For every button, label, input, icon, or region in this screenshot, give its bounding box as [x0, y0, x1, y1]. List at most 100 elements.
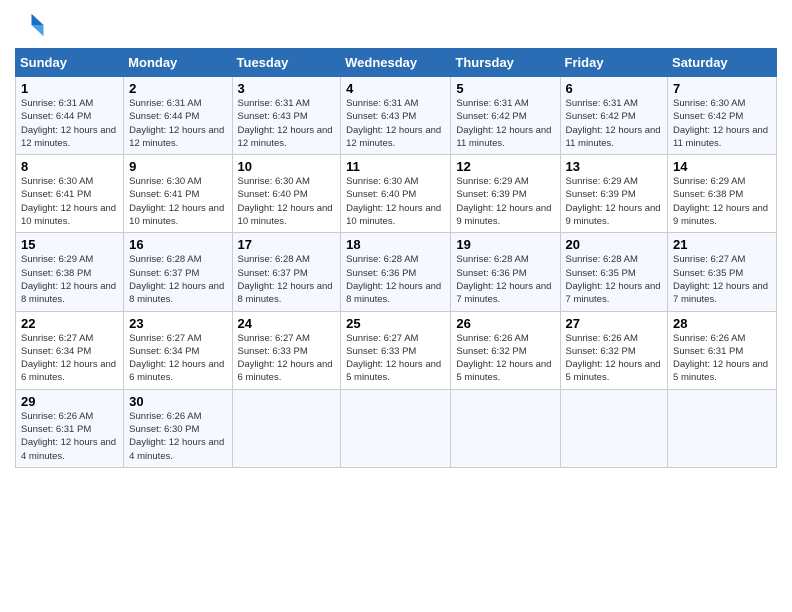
day-cell [451, 389, 560, 467]
day-cell: 27 Sunrise: 6:26 AMSunset: 6:32 PMDaylig… [560, 311, 668, 389]
day-cell: 13 Sunrise: 6:29 AMSunset: 6:39 PMDaylig… [560, 155, 668, 233]
day-cell: 11 Sunrise: 6:30 AMSunset: 6:40 PMDaylig… [341, 155, 451, 233]
day-cell [560, 389, 668, 467]
day-number: 3 [238, 81, 336, 96]
day-number: 11 [346, 159, 445, 174]
day-detail: Sunrise: 6:27 AMSunset: 6:33 PMDaylight:… [238, 332, 336, 385]
day-cell: 5 Sunrise: 6:31 AMSunset: 6:42 PMDayligh… [451, 77, 560, 155]
day-number: 20 [566, 237, 663, 252]
day-detail: Sunrise: 6:30 AMSunset: 6:42 PMDaylight:… [673, 97, 771, 150]
day-detail: Sunrise: 6:29 AMSunset: 6:38 PMDaylight:… [21, 253, 118, 306]
day-number: 14 [673, 159, 771, 174]
day-detail: Sunrise: 6:30 AMSunset: 6:41 PMDaylight:… [129, 175, 226, 228]
day-number: 16 [129, 237, 226, 252]
day-detail: Sunrise: 6:26 AMSunset: 6:32 PMDaylight:… [456, 332, 554, 385]
week-row-5: 29 Sunrise: 6:26 AMSunset: 6:31 PMDaylig… [16, 389, 777, 467]
day-number: 24 [238, 316, 336, 331]
day-cell [232, 389, 341, 467]
day-cell: 7 Sunrise: 6:30 AMSunset: 6:42 PMDayligh… [668, 77, 777, 155]
col-header-monday: Monday [124, 49, 232, 77]
day-detail: Sunrise: 6:27 AMSunset: 6:35 PMDaylight:… [673, 253, 771, 306]
day-cell: 22 Sunrise: 6:27 AMSunset: 6:34 PMDaylig… [16, 311, 124, 389]
day-detail: Sunrise: 6:28 AMSunset: 6:36 PMDaylight:… [346, 253, 445, 306]
day-number: 8 [21, 159, 118, 174]
day-detail: Sunrise: 6:27 AMSunset: 6:34 PMDaylight:… [21, 332, 118, 385]
day-detail: Sunrise: 6:31 AMSunset: 6:43 PMDaylight:… [238, 97, 336, 150]
day-number: 30 [129, 394, 226, 409]
header-row: SundayMondayTuesdayWednesdayThursdayFrid… [16, 49, 777, 77]
day-number: 12 [456, 159, 554, 174]
col-header-saturday: Saturday [668, 49, 777, 77]
day-detail: Sunrise: 6:30 AMSunset: 6:40 PMDaylight:… [238, 175, 336, 228]
day-detail: Sunrise: 6:29 AMSunset: 6:39 PMDaylight:… [566, 175, 663, 228]
day-cell: 30 Sunrise: 6:26 AMSunset: 6:30 PMDaylig… [124, 389, 232, 467]
day-cell: 15 Sunrise: 6:29 AMSunset: 6:38 PMDaylig… [16, 233, 124, 311]
day-detail: Sunrise: 6:26 AMSunset: 6:31 PMDaylight:… [673, 332, 771, 385]
col-header-friday: Friday [560, 49, 668, 77]
page: SundayMondayTuesdayWednesdayThursdayFrid… [0, 0, 792, 612]
week-row-2: 8 Sunrise: 6:30 AMSunset: 6:41 PMDayligh… [16, 155, 777, 233]
week-row-4: 22 Sunrise: 6:27 AMSunset: 6:34 PMDaylig… [16, 311, 777, 389]
day-detail: Sunrise: 6:31 AMSunset: 6:44 PMDaylight:… [129, 97, 226, 150]
day-number: 19 [456, 237, 554, 252]
day-cell: 8 Sunrise: 6:30 AMSunset: 6:41 PMDayligh… [16, 155, 124, 233]
day-detail: Sunrise: 6:28 AMSunset: 6:37 PMDaylight:… [238, 253, 336, 306]
day-cell: 21 Sunrise: 6:27 AMSunset: 6:35 PMDaylig… [668, 233, 777, 311]
day-cell: 14 Sunrise: 6:29 AMSunset: 6:38 PMDaylig… [668, 155, 777, 233]
day-detail: Sunrise: 6:26 AMSunset: 6:30 PMDaylight:… [129, 410, 226, 463]
day-cell: 6 Sunrise: 6:31 AMSunset: 6:42 PMDayligh… [560, 77, 668, 155]
day-number: 26 [456, 316, 554, 331]
day-cell: 16 Sunrise: 6:28 AMSunset: 6:37 PMDaylig… [124, 233, 232, 311]
day-detail: Sunrise: 6:27 AMSunset: 6:34 PMDaylight:… [129, 332, 226, 385]
logo-icon [15, 10, 45, 40]
day-number: 2 [129, 81, 226, 96]
logo [15, 10, 49, 40]
day-detail: Sunrise: 6:29 AMSunset: 6:38 PMDaylight:… [673, 175, 771, 228]
day-cell: 12 Sunrise: 6:29 AMSunset: 6:39 PMDaylig… [451, 155, 560, 233]
day-detail: Sunrise: 6:26 AMSunset: 6:32 PMDaylight:… [566, 332, 663, 385]
day-cell: 4 Sunrise: 6:31 AMSunset: 6:43 PMDayligh… [341, 77, 451, 155]
day-cell: 2 Sunrise: 6:31 AMSunset: 6:44 PMDayligh… [124, 77, 232, 155]
col-header-sunday: Sunday [16, 49, 124, 77]
day-cell: 1 Sunrise: 6:31 AMSunset: 6:44 PMDayligh… [16, 77, 124, 155]
col-header-wednesday: Wednesday [341, 49, 451, 77]
day-cell: 20 Sunrise: 6:28 AMSunset: 6:35 PMDaylig… [560, 233, 668, 311]
day-number: 18 [346, 237, 445, 252]
day-detail: Sunrise: 6:26 AMSunset: 6:31 PMDaylight:… [21, 410, 118, 463]
day-number: 5 [456, 81, 554, 96]
day-detail: Sunrise: 6:28 AMSunset: 6:36 PMDaylight:… [456, 253, 554, 306]
day-number: 28 [673, 316, 771, 331]
day-number: 23 [129, 316, 226, 331]
day-cell: 24 Sunrise: 6:27 AMSunset: 6:33 PMDaylig… [232, 311, 341, 389]
day-cell: 10 Sunrise: 6:30 AMSunset: 6:40 PMDaylig… [232, 155, 341, 233]
day-detail: Sunrise: 6:28 AMSunset: 6:35 PMDaylight:… [566, 253, 663, 306]
day-cell: 9 Sunrise: 6:30 AMSunset: 6:41 PMDayligh… [124, 155, 232, 233]
day-number: 25 [346, 316, 445, 331]
day-cell: 17 Sunrise: 6:28 AMSunset: 6:37 PMDaylig… [232, 233, 341, 311]
day-cell: 28 Sunrise: 6:26 AMSunset: 6:31 PMDaylig… [668, 311, 777, 389]
day-cell: 29 Sunrise: 6:26 AMSunset: 6:31 PMDaylig… [16, 389, 124, 467]
day-detail: Sunrise: 6:31 AMSunset: 6:42 PMDaylight:… [456, 97, 554, 150]
day-detail: Sunrise: 6:31 AMSunset: 6:44 PMDaylight:… [21, 97, 118, 150]
day-number: 10 [238, 159, 336, 174]
day-cell [341, 389, 451, 467]
day-detail: Sunrise: 6:30 AMSunset: 6:40 PMDaylight:… [346, 175, 445, 228]
day-cell: 18 Sunrise: 6:28 AMSunset: 6:36 PMDaylig… [341, 233, 451, 311]
day-number: 17 [238, 237, 336, 252]
week-row-3: 15 Sunrise: 6:29 AMSunset: 6:38 PMDaylig… [16, 233, 777, 311]
day-number: 9 [129, 159, 226, 174]
day-number: 22 [21, 316, 118, 331]
day-number: 27 [566, 316, 663, 331]
col-header-thursday: Thursday [451, 49, 560, 77]
day-number: 13 [566, 159, 663, 174]
day-number: 4 [346, 81, 445, 96]
day-detail: Sunrise: 6:29 AMSunset: 6:39 PMDaylight:… [456, 175, 554, 228]
day-number: 7 [673, 81, 771, 96]
day-cell: 19 Sunrise: 6:28 AMSunset: 6:36 PMDaylig… [451, 233, 560, 311]
col-header-tuesday: Tuesday [232, 49, 341, 77]
day-detail: Sunrise: 6:27 AMSunset: 6:33 PMDaylight:… [346, 332, 445, 385]
day-cell [668, 389, 777, 467]
day-detail: Sunrise: 6:28 AMSunset: 6:37 PMDaylight:… [129, 253, 226, 306]
day-detail: Sunrise: 6:30 AMSunset: 6:41 PMDaylight:… [21, 175, 118, 228]
day-cell: 23 Sunrise: 6:27 AMSunset: 6:34 PMDaylig… [124, 311, 232, 389]
